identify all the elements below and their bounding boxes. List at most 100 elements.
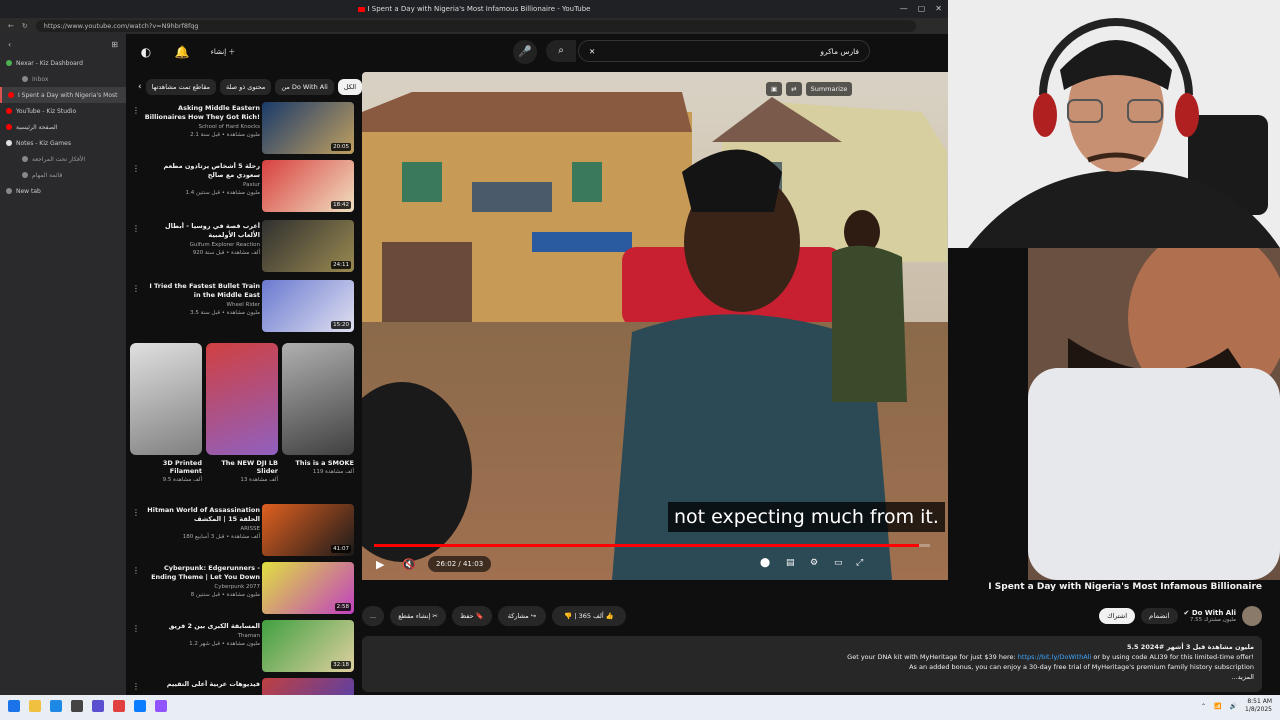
short-thumbnail[interactable]: [206, 343, 278, 455]
short-thumbnail[interactable]: [282, 343, 354, 455]
clock[interactable]: 8:51 AM 1/8/2025: [1245, 698, 1272, 714]
close-window-button[interactable]: ✕: [935, 4, 942, 13]
app-icon-purple[interactable]: [155, 700, 167, 712]
video-title: I Spent a Day with Nigeria's Most Infamo…: [988, 582, 1262, 592]
share-button[interactable]: مشاركة ↪: [498, 606, 546, 626]
terminal-icon[interactable]: [71, 700, 83, 712]
more-actions-button[interactable]: ...: [362, 606, 384, 626]
tab-favicon-icon: [22, 172, 28, 178]
recommendation-item[interactable]: ⋮ Hitman World of Assassination الحلقة 15…: [130, 502, 358, 558]
chips-prev-icon[interactable]: ‹: [138, 82, 142, 92]
more-options-icon[interactable]: ⋮: [132, 164, 140, 173]
sidebar-tab[interactable]: Nexar - Kiz Dashboard: [0, 55, 126, 71]
overlay-share-icon[interactable]: ⇄: [786, 82, 802, 96]
volume-icon[interactable]: 🔇: [402, 558, 416, 571]
dislike-icon[interactable]: 👎: [564, 612, 572, 620]
app-icon-blue[interactable]: [134, 700, 146, 712]
url-field[interactable]: https://www.youtube.com/watch?v=N9hbrf8f…: [35, 20, 916, 32]
subscribe-button[interactable]: اشتراك: [1099, 608, 1136, 624]
recommendation-thumbnail[interactable]: 32:18: [262, 620, 354, 672]
recommendation-item[interactable]: ⋮ رحلة 5 أشخاص يرتادون مطعم سعودي مع صالح…: [130, 158, 358, 214]
search-input[interactable]: ✕ فارس ماكرو: [578, 40, 870, 62]
description-more[interactable]: ...المزيد: [370, 672, 1254, 682]
clip-button[interactable]: إنشاء مقطع ✂: [390, 606, 446, 626]
discord-icon[interactable]: [92, 700, 104, 712]
collapse-sidebar-icon[interactable]: ‹: [8, 40, 11, 49]
more-options-icon[interactable]: ⋮: [132, 682, 140, 691]
create-button[interactable]: إنشاء ＋: [208, 44, 238, 60]
join-button[interactable]: انضمام: [1141, 608, 1178, 624]
voice-search-mic-icon[interactable]: 🎤: [513, 40, 537, 64]
summarize-button[interactable]: Summarize: [805, 82, 853, 96]
sidebar-tab[interactable]: Notes - Kiz Games: [0, 135, 126, 151]
more-options-icon[interactable]: ⋮: [132, 508, 140, 517]
sidebar-tab[interactable]: Inbox: [0, 71, 126, 87]
more-options-icon[interactable]: ⋮: [132, 224, 140, 233]
more-options-icon[interactable]: ⋮: [132, 284, 140, 293]
recommendation-item[interactable]: ⋮ Asking Middle Eastern Billionaires How …: [130, 100, 358, 156]
more-options-icon[interactable]: ⋮: [132, 106, 140, 115]
recommendation-thumbnail[interactable]: 15:20: [262, 280, 354, 332]
recommendation-thumbnail[interactable]: 2:58: [262, 562, 354, 614]
more-options-icon[interactable]: ⋮: [132, 566, 140, 575]
save-button[interactable]: حفظ 🔖: [452, 606, 492, 626]
wifi-icon[interactable]: 📶: [1214, 703, 1221, 710]
video-player[interactable]: ▣ ⇄ Summarize not expecting much from it…: [362, 72, 948, 580]
recommendation-thumbnail[interactable]: 18:42: [262, 160, 354, 212]
start-menu-icon[interactable]: [8, 700, 20, 712]
search-button[interactable]: ⌕: [546, 40, 576, 62]
miniplayer-icon[interactable]: ▭: [834, 558, 843, 568]
channel-name[interactable]: ✔ Do With Ali: [1184, 609, 1236, 617]
recommendation-item[interactable]: ⋮ فيديوهات عربية أعلى التقييم: [130, 676, 358, 695]
short-stats: 119 ألف مشاهدة: [312, 469, 354, 475]
recommendation-item[interactable]: ⋮ المسابقة الكبرى بين 2 فريق Thaman 1.2 ملي…: [130, 618, 358, 674]
channel-name-text: Do With Ali: [1191, 609, 1236, 617]
short-thumbnail[interactable]: [130, 343, 202, 455]
sidebar-tab[interactable]: قائمة المهام: [0, 167, 126, 183]
autoplay-toggle[interactable]: ⬤: [760, 558, 770, 568]
channel-avatar[interactable]: [1242, 606, 1262, 626]
recommendation-channel: Paxiur: [243, 182, 260, 188]
chip-from-channel[interactable]: من Do With Ali: [275, 79, 334, 95]
settings-gear-icon[interactable]: ⚙: [810, 558, 818, 568]
file-explorer-icon[interactable]: [29, 700, 41, 712]
clear-search-icon[interactable]: ✕: [589, 47, 595, 56]
reload-icon[interactable]: ↻: [22, 22, 28, 30]
maximize-button[interactable]: ▢: [918, 4, 926, 13]
app-icon-red[interactable]: [113, 700, 125, 712]
captions-icon[interactable]: ▤: [786, 558, 795, 568]
progress-bar[interactable]: [374, 544, 930, 547]
chip-watched[interactable]: مقاطع تمت مشاهدتها: [145, 79, 216, 95]
fullscreen-icon[interactable]: ⤢: [856, 558, 863, 568]
desc-link[interactable]: https://bit.ly/DoWithAli: [1018, 653, 1092, 661]
description-box[interactable]: 5.5 مليون مشاهدة قبل 3 أشهر #2024 Get yo…: [362, 636, 1262, 692]
sidebar-tab[interactable]: الأفكار تحت المراجعة: [0, 151, 126, 167]
recommendation-thumbnail[interactable]: 41:07: [262, 504, 354, 556]
sidebar-tab[interactable]: I Spent a Day with Nigeria's Most: [0, 87, 126, 103]
tray-chevron-icon[interactable]: ⌃: [1201, 703, 1206, 710]
minimize-button[interactable]: —: [900, 4, 908, 13]
volume-tray-icon[interactable]: 🔊: [1230, 703, 1237, 710]
recommendation-thumbnail[interactable]: 20:05: [262, 102, 354, 154]
recommendation-thumbnail[interactable]: [262, 678, 354, 695]
notifications-bell-icon[interactable]: 🔔: [174, 44, 190, 60]
chip-related[interactable]: محتوى ذو صلة: [219, 79, 272, 95]
edge-icon[interactable]: [50, 700, 62, 712]
recommendation-item[interactable]: ⋮ Cyberpunk: Edgerunners - Ending Theme |…: [130, 560, 358, 616]
like-dislike-button[interactable]: 👎 | 365 ألف 👍: [552, 606, 626, 626]
back-icon[interactable]: ←: [8, 22, 14, 30]
like-icon[interactable]: 👍: [606, 612, 614, 620]
sidebar-tab[interactable]: YouTube - Kiz Studio: [0, 103, 126, 119]
recommendation-thumbnail[interactable]: 24:11: [262, 220, 354, 272]
sidebar-tab[interactable]: الصفحة الرئيسية: [0, 119, 126, 135]
sidebar-tab[interactable]: New tab: [0, 183, 126, 199]
play-icon[interactable]: ▶: [376, 558, 384, 571]
chip-all[interactable]: الكل: [337, 79, 363, 95]
sidebar-grid-icon[interactable]: ⊞: [111, 40, 118, 49]
recommendation-item[interactable]: ⋮ I Tried the Fastest Bullet Train in the…: [130, 278, 358, 334]
recommendation-item[interactable]: ⋮ أغرب قصة في روسيا - أبطال الألعاب الأول…: [130, 218, 358, 274]
account-avatar-icon[interactable]: ◐: [138, 44, 154, 60]
more-options-icon[interactable]: ⋮: [132, 624, 140, 633]
overlay-image-icon[interactable]: ▣: [766, 82, 783, 96]
recommendation-stats: 1.2 مليون مشاهدة • قبل شهر: [189, 641, 260, 647]
